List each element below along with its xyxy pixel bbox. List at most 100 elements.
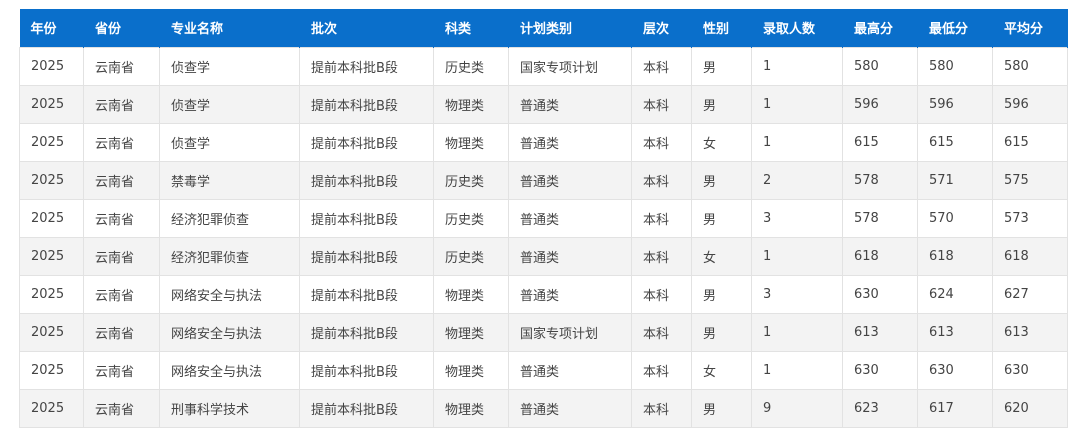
column-header-subject-type: 科类: [433, 9, 509, 47]
cell-avg-score: 613: [992, 312, 1068, 352]
cell-avg-score: 615: [992, 122, 1068, 162]
cell-subject-type: 物理类: [433, 122, 509, 162]
cell-gender: 男: [691, 388, 752, 428]
cell-province: 云南省: [83, 312, 160, 352]
cell-batch: 提前本科批B段: [299, 84, 434, 124]
cell-admitted-count: 9: [751, 388, 843, 428]
cell-batch: 提前本科批B段: [299, 274, 434, 314]
cell-gender: 女: [691, 122, 752, 162]
cell-plan-type: 普通类: [508, 160, 632, 200]
column-header-min-score: 最低分: [917, 9, 993, 47]
cell-major-name: 经济犯罪侦查: [159, 198, 300, 238]
cell-batch: 提前本科批B段: [299, 236, 434, 276]
column-header-plan-type: 计划类别: [508, 9, 632, 47]
cell-plan-type: 普通类: [508, 274, 632, 314]
cell-major-name: 经济犯罪侦查: [159, 236, 300, 276]
cell-max-score: 578: [842, 160, 918, 200]
cell-plan-type: 国家专项计划: [508, 46, 632, 86]
table-row: 2025 云南省 网络安全与执法 提前本科批B段 物理类 普通类 本科女 1 630 630 630: [19, 350, 1068, 390]
cell-min-score: 571: [917, 160, 993, 200]
cell-major-name: 禁毒学: [159, 160, 300, 200]
column-header-avg-score: 平均分: [992, 9, 1068, 47]
column-header-gender: 性别: [691, 9, 752, 47]
table-row: 2025 云南省 刑事科学技术 提前本科批B段 物理类 普通类 本科男 9 623 617 620: [19, 388, 1068, 428]
cell-major-name: 侦查学: [159, 46, 300, 86]
table-row: 2025 云南省 网络安全与执法 提前本科批B段 物理类 国家专项计划 本科男 1 613 613…: [19, 312, 1068, 352]
cell-gender: 男: [691, 198, 752, 238]
cell-subject-type: 物理类: [433, 312, 509, 352]
cell-year: 2025: [19, 198, 84, 238]
cell-province: 云南省: [83, 46, 160, 86]
cell-batch: 提前本科批B段: [299, 312, 434, 352]
cell-plan-type: 普通类: [508, 236, 632, 276]
cell-province: 云南省: [83, 160, 160, 200]
cell-major-name: 网络安全与执法: [159, 274, 300, 314]
header-row: 年份 省份 专业名称 批次 科类 计划类别 层次 性别 录取人数 最高分 最低分 平均分: [19, 9, 1068, 47]
cell-gender: 男: [691, 160, 752, 200]
cell-batch: 提前本科批B段: [299, 350, 434, 390]
cell-subject-type: 物理类: [433, 274, 509, 314]
cell-major-name: 侦查学: [159, 122, 300, 162]
cell-max-score: 630: [842, 274, 918, 314]
cell-batch: 提前本科批B段: [299, 46, 434, 86]
table-row: 2025 云南省 经济犯罪侦查 提前本科批B段 历史类 普通类 本科男 3 578 570 573: [19, 198, 1068, 238]
cell-plan-type: 普通类: [508, 198, 632, 238]
cell-admitted-count: 3: [751, 198, 843, 238]
cell-max-score: 623: [842, 388, 918, 428]
cell-max-score: 596: [842, 84, 918, 124]
cell-year: 2025: [19, 388, 84, 428]
cell-admitted-count: 1: [751, 236, 843, 276]
cell-gender: 男: [691, 84, 752, 124]
cell-admitted-count: 2: [751, 160, 843, 200]
cell-batch: 提前本科批B段: [299, 122, 434, 162]
cell-subject-type: 历史类: [433, 160, 509, 200]
cell-year: 2025: [19, 350, 84, 390]
cell-level: 本科: [631, 274, 692, 314]
cell-level: 本科: [631, 84, 692, 124]
cell-major-name: 网络安全与执法: [159, 312, 300, 352]
column-header-major-name: 专业名称: [159, 9, 300, 47]
table-body: 2025 云南省 侦查学 提前本科批B段 历史类 国家专项计划 本科男 1 580 580 580 2…: [19, 46, 1068, 428]
cell-min-score: 615: [917, 122, 993, 162]
cell-admitted-count: 1: [751, 46, 843, 86]
cell-avg-score: 630: [992, 350, 1068, 390]
cell-major-name: 刑事科学技术: [159, 388, 300, 428]
cell-gender: 男: [691, 46, 752, 86]
cell-year: 2025: [19, 84, 84, 124]
cell-gender: 男: [691, 312, 752, 352]
cell-avg-score: 620: [992, 388, 1068, 428]
cell-year: 2025: [19, 274, 84, 314]
table-row: 2025 云南省 侦查学 提前本科批B段 历史类 国家专项计划 本科男 1 580 580 580: [19, 46, 1068, 86]
cell-min-score: 618: [917, 236, 993, 276]
cell-province: 云南省: [83, 350, 160, 390]
cell-min-score: 617: [917, 388, 993, 428]
cell-max-score: 615: [842, 122, 918, 162]
cell-max-score: 613: [842, 312, 918, 352]
column-header-admitted-count: 录取人数: [751, 9, 843, 47]
cell-min-score: 580: [917, 46, 993, 86]
column-header-batch: 批次: [299, 9, 434, 47]
cell-gender: 女: [691, 350, 752, 390]
cell-min-score: 596: [917, 84, 993, 124]
cell-level: 本科: [631, 312, 692, 352]
cell-level: 本科: [631, 122, 692, 162]
cell-gender: 男: [691, 274, 752, 314]
cell-level: 本科: [631, 350, 692, 390]
table-row: 2025 云南省 侦查学 提前本科批B段 物理类 普通类 本科女 1 615 615 615: [19, 122, 1068, 162]
table-row: 2025 云南省 侦查学 提前本科批B段 物理类 普通类 本科男 1 596 596 596: [19, 84, 1068, 124]
column-header-level: 层次: [631, 9, 692, 47]
cell-gender: 女: [691, 236, 752, 276]
cell-admitted-count: 3: [751, 274, 843, 314]
cell-level: 本科: [631, 388, 692, 428]
cell-min-score: 630: [917, 350, 993, 390]
cell-level: 本科: [631, 46, 692, 86]
cell-plan-type: 普通类: [508, 350, 632, 390]
cell-max-score: 580: [842, 46, 918, 86]
cell-admitted-count: 1: [751, 312, 843, 352]
cell-max-score: 630: [842, 350, 918, 390]
admission-scores-table: 年份 省份 专业名称 批次 科类 计划类别 层次 性别 录取人数 最高分 最低分 平均分 2025 云南…: [19, 9, 1068, 428]
cell-province: 云南省: [83, 84, 160, 124]
table-row: 2025 云南省 经济犯罪侦查 提前本科批B段 历史类 普通类 本科女 1 618 618 618: [19, 236, 1068, 276]
cell-major-name: 侦查学: [159, 84, 300, 124]
cell-avg-score: 618: [992, 236, 1068, 276]
